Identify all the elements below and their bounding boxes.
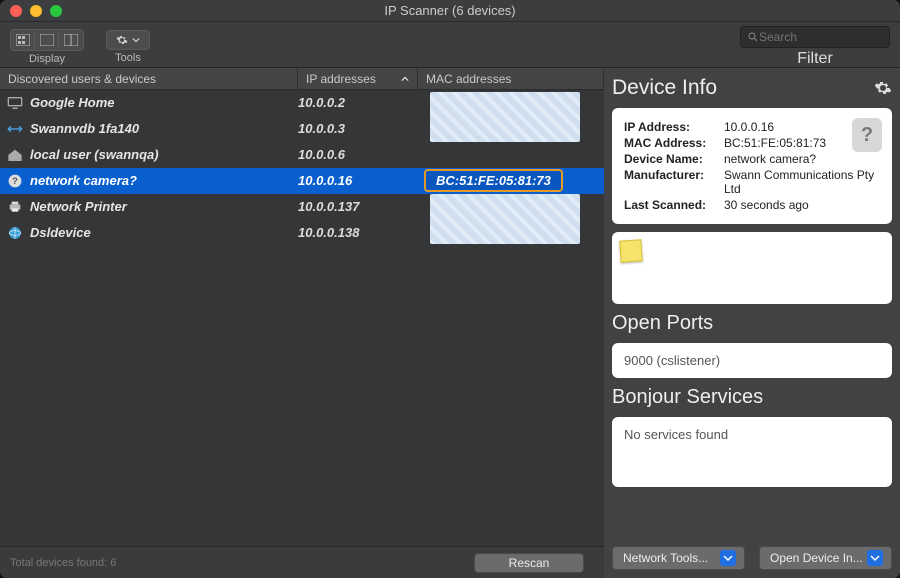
gear-icon[interactable] [874, 79, 892, 97]
display-label: Display [29, 53, 65, 65]
open-device-in-button[interactable]: Open Device In... [759, 546, 892, 570]
mac-value: BC:51:FE:05:81:73 [724, 136, 826, 150]
network-tools-label: Network Tools... [623, 551, 708, 565]
switch-icon [0, 124, 30, 134]
scan-value: 30 seconds ago [724, 198, 809, 212]
chevron-down-icon [867, 550, 883, 566]
titlebar: IP Scanner (6 devices) [0, 0, 900, 22]
window-title: IP Scanner (6 devices) [0, 3, 900, 18]
device-ip: 10.0.0.2 [298, 95, 418, 110]
open-ports-text: 9000 (cslistener) [624, 353, 720, 368]
filter-label: Filter [797, 50, 833, 68]
device-name: network camera? [30, 173, 298, 188]
chevron-down-icon [720, 550, 736, 566]
device-name: Swannvdb 1fa140 [30, 121, 298, 136]
toolbar: Display Tools Filter [0, 22, 900, 68]
device-ip: 10.0.0.137 [298, 199, 418, 214]
status-bar: Total devices found: 6 Rescan [0, 546, 604, 578]
view-list-button[interactable] [35, 30, 59, 50]
view-columns-button[interactable] [59, 30, 83, 50]
sort-asc-icon [401, 75, 409, 83]
device-info-title-text: Device Info [612, 76, 717, 100]
device-name: Network Printer [30, 199, 298, 214]
network-tools-button[interactable]: Network Tools... [612, 546, 745, 570]
bonjour-card: No services found [612, 417, 892, 487]
svg-text:?: ? [12, 175, 18, 185]
detail-pane: Device Info ? IP Address: 10.0.0.16 MAC A… [604, 68, 900, 578]
col-ip[interactable]: IP addresses [298, 68, 418, 89]
col-mac[interactable]: MAC addresses [418, 68, 604, 89]
device-rows: Google Home 10.0.0.2 Swannvdb 1fa140 10.… [0, 90, 604, 546]
tools-group: Tools [106, 30, 150, 64]
display-group: Display [10, 29, 84, 65]
table-row[interactable]: ? network camera? 10.0.0.16 BC:51:FE:05:… [0, 168, 604, 194]
column-headers: Discovered users & devices IP addresses … [0, 68, 604, 90]
rescan-button[interactable]: Rescan [474, 553, 584, 573]
search-icon [747, 31, 759, 43]
mfg-value: Swann Communications Pty Ltd [724, 168, 880, 196]
device-mac: BC:51:FE:05:81:73 [418, 169, 604, 192]
mac-label: MAC Address: [624, 136, 718, 150]
device-name: local user (swannqa) [30, 147, 298, 162]
bonjour-title: Bonjour Services [612, 386, 892, 409]
preview-thumb [430, 92, 580, 142]
col-devices[interactable]: Discovered users & devices [0, 68, 298, 89]
device-name: Dsldevice [30, 225, 298, 240]
mac-highlight: BC:51:FE:05:81:73 [424, 169, 563, 192]
ip-value: 10.0.0.16 [724, 120, 774, 134]
ip-label: IP Address: [624, 120, 718, 134]
open-device-label: Open Device In... [770, 551, 863, 565]
preview-thumb [430, 194, 580, 244]
tools-label: Tools [115, 52, 141, 64]
sticky-note-icon [619, 239, 642, 262]
device-info-card: ? IP Address: 10.0.0.16 MAC Address: BC:51… [612, 108, 892, 224]
detail-actions: Network Tools... Open Device In... [612, 538, 892, 570]
display-seg [10, 29, 84, 51]
device-info-title: Device Info [612, 76, 892, 100]
device-list-pane: Discovered users & devices IP addresses … [0, 68, 604, 578]
search-field[interactable] [740, 26, 890, 48]
status-total: Total devices found: 6 [10, 557, 116, 569]
monitor-icon [0, 96, 30, 110]
filter-group: Filter [740, 26, 890, 68]
device-avatar-unknown-icon: ? [852, 118, 882, 152]
notes-card[interactable] [612, 232, 892, 304]
table-row[interactable]: local user (swannqa) 10.0.0.6 [0, 142, 604, 168]
view-icons-button[interactable] [11, 30, 35, 50]
name-value: network camera? [724, 152, 816, 166]
scan-label: Last Scanned: [624, 198, 718, 212]
main: Discovered users & devices IP addresses … [0, 68, 900, 578]
device-ip: 10.0.0.16 [298, 173, 418, 188]
device-ip: 10.0.0.6 [298, 147, 418, 162]
device-ip: 10.0.0.3 [298, 121, 418, 136]
question-icon: ? [0, 174, 30, 188]
tools-menu-button[interactable] [106, 30, 150, 50]
globe-icon [0, 226, 30, 240]
device-ip: 10.0.0.138 [298, 225, 418, 240]
printer-icon [0, 200, 30, 214]
device-name: Google Home [30, 95, 298, 110]
open-ports-title: Open Ports [612, 312, 892, 335]
app-window: IP Scanner (6 devices) Display [0, 0, 900, 578]
bonjour-text: No services found [624, 427, 728, 442]
col-ip-label: IP addresses [306, 72, 376, 86]
search-input[interactable] [759, 30, 883, 44]
house-icon [0, 148, 30, 162]
gear-icon [116, 34, 128, 46]
name-label: Device Name: [624, 152, 718, 166]
open-ports-card: 9000 (cslistener) [612, 343, 892, 378]
chevron-down-icon [132, 36, 140, 44]
mfg-label: Manufacturer: [624, 168, 718, 196]
